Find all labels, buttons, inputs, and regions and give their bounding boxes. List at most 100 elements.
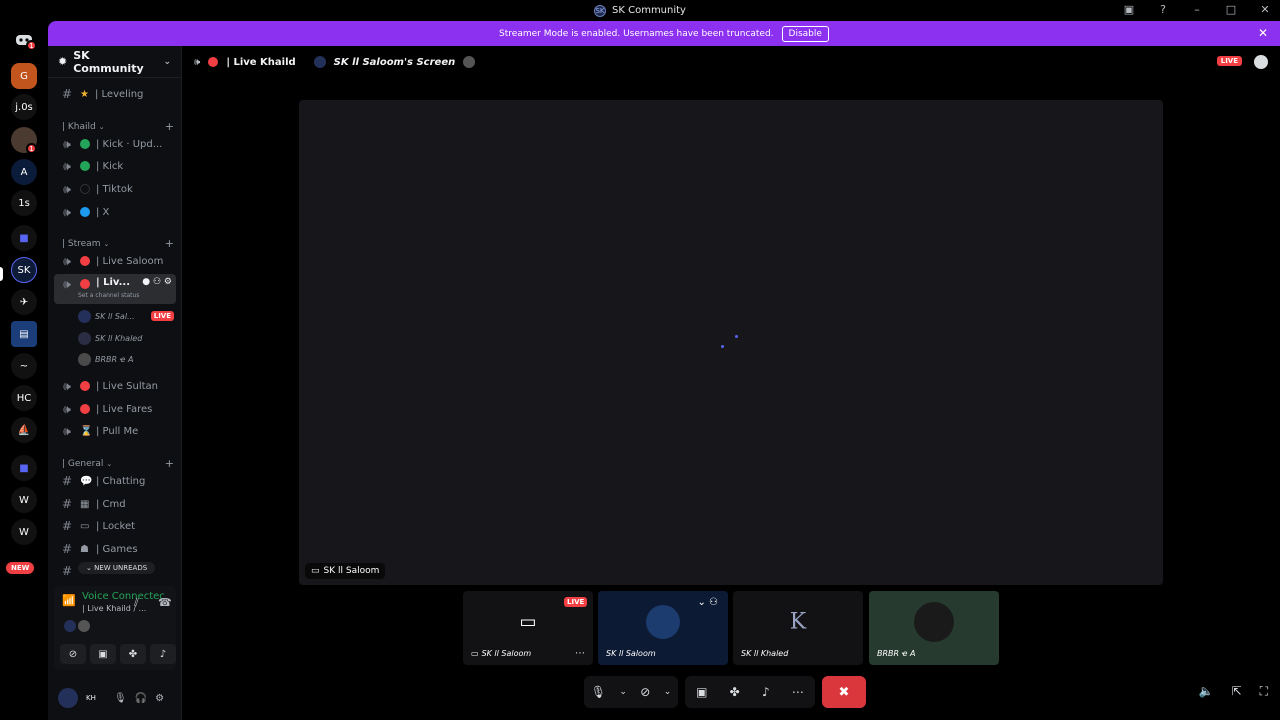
avatar xyxy=(78,620,90,632)
activities-icon[interactable]: ✤ xyxy=(730,685,740,699)
soundboard-icon[interactable]: ♪ xyxy=(762,685,770,699)
close-banner-icon[interactable]: ✕ xyxy=(1258,26,1268,40)
add-channel-icon[interactable]: + xyxy=(165,120,174,133)
participant-tile[interactable]: ▭ LIVE ▭ SK ll Saloom ⋯ xyxy=(463,591,593,665)
fullscreen-icon[interactable]: ⛶ xyxy=(1260,684,1268,699)
server-icon[interactable]: ⛵ xyxy=(11,417,37,443)
channel-chatting[interactable]: # 💬 | Chatting xyxy=(54,471,176,491)
voice-user[interactable]: SK ll Khaled xyxy=(78,329,174,347)
tile-name: SK ll Saloom xyxy=(606,649,656,658)
screen-share-button[interactable]: ▣ xyxy=(90,644,116,664)
server-logo-icon: SK xyxy=(594,4,607,17)
new-unreads-pill[interactable]: ⌄ NEW UNREADS xyxy=(78,562,156,574)
disconnect-icon[interactable]: ☎ xyxy=(158,596,172,609)
server-icon[interactable]: HC xyxy=(11,385,37,411)
screen-share-icon[interactable]: ▣ xyxy=(696,685,707,699)
popout-icon[interactable]: ⇱ xyxy=(1232,684,1242,699)
guild-header[interactable]: ✹ SK Community ⌄ xyxy=(48,46,181,78)
user-name[interactable]: KH xyxy=(86,694,106,702)
voice-status-title[interactable]: Voice Connectec xyxy=(82,591,165,602)
voice-user[interactable]: SK ll Sal... LIVE xyxy=(78,307,174,325)
help-icon[interactable]: ? xyxy=(1156,2,1170,16)
headphones-icon[interactable]: 🎧 xyxy=(135,693,147,704)
new-unreads-label: NEW UNREADS xyxy=(94,564,148,572)
chevron-down-icon[interactable]: ⌄ xyxy=(664,687,672,697)
close-window-icon[interactable]: ✕ xyxy=(1258,2,1272,16)
chevron-down-icon[interactable]: ⌄ ⚇ xyxy=(697,597,718,608)
live-badge: LIVE xyxy=(564,597,588,607)
speech-bubble-icon: 💬 xyxy=(80,475,93,487)
add-channel-icon[interactable]: + xyxy=(165,237,174,250)
voice-user[interactable]: BRBR ҽ A xyxy=(78,350,174,368)
category-general[interactable]: | General ⌄ + xyxy=(62,457,174,470)
channel-games[interactable]: # ☗ | Games xyxy=(54,539,176,559)
minimize-icon[interactable]: – xyxy=(1190,2,1204,16)
server-icon[interactable]: ✈ xyxy=(11,289,37,315)
channel-pull-me[interactable]: 🕪 ⌛ | Pull Me xyxy=(54,421,176,441)
server-icon[interactable]: 1s xyxy=(11,190,37,216)
stream-viewport[interactable]: ▭ SK ll Saloom xyxy=(299,100,1163,585)
folder-icon[interactable]: ■ xyxy=(11,225,37,251)
activities-button[interactable]: ✤ xyxy=(120,644,146,664)
channel-kick[interactable]: 🕪 | Kick xyxy=(54,156,176,176)
stage-area: 🕪 | Live Khaild SK ll Saloom's Screen LI… xyxy=(182,46,1280,720)
channel-label: | Kick · Upd... xyxy=(96,138,163,150)
server-icon[interactable]: W xyxy=(11,487,37,513)
channel-live-khaild-active[interactable]: 🕪 | Liv... ● ⚇ ⚙ Set a channel status xyxy=(54,274,176,304)
soundboard-button[interactable]: ♪ xyxy=(150,644,176,664)
more-icon[interactable]: ⋯ xyxy=(575,648,585,659)
gear-icon[interactable]: ⚙ xyxy=(155,693,164,704)
chat-icon[interactable] xyxy=(1254,55,1268,69)
maximize-icon[interactable]: □ xyxy=(1224,2,1238,16)
add-channel-icon[interactable]: + xyxy=(165,457,174,470)
server-icon[interactable]: G xyxy=(11,63,37,89)
channel-leveling[interactable]: # ★ | Leveling xyxy=(54,84,176,104)
more-icon[interactable]: ⋯ xyxy=(792,685,804,699)
cmd-icon: ▦ xyxy=(80,498,90,510)
server-icon[interactable]: A xyxy=(11,159,37,185)
channel-kick-updates[interactable]: 🕪 | Kick · Upd... xyxy=(54,134,176,154)
game-icon: ☗ xyxy=(80,543,89,555)
server-icon[interactable]: j.0s xyxy=(11,94,37,120)
new-badge[interactable]: NEW xyxy=(6,562,35,574)
category-khaild[interactable]: | Khaild ⌄ + xyxy=(62,120,174,133)
microphone-icon[interactable]: 🎙 xyxy=(591,685,606,699)
noise-suppression-icon[interactable]: ⫽ xyxy=(134,596,139,610)
stage-header: 🕪 | Live Khaild SK ll Saloom's Screen LI… xyxy=(182,46,1280,78)
channel-locket[interactable]: # ▭ | Locket xyxy=(54,516,176,536)
chevron-down-icon[interactable]: ⌄ xyxy=(619,687,627,697)
channel-x[interactable]: 🕪 | X xyxy=(54,202,176,222)
channel-live-sultan[interactable]: 🕪 | Live Sultan xyxy=(54,376,176,396)
channel-label: | Live Fares xyxy=(96,403,153,415)
leave-call-button[interactable]: ✖ xyxy=(822,676,866,708)
channel-live-fares[interactable]: 🕪 | Live Fares xyxy=(54,399,176,419)
participant-tile[interactable]: ⌄ ⚇ SK ll Saloom xyxy=(598,591,728,665)
disable-button[interactable]: Disable xyxy=(781,25,829,42)
camera-off-button[interactable]: ⊘ xyxy=(60,644,86,664)
camera-off-icon[interactable]: ⊘ xyxy=(640,685,650,699)
participant-tile[interactable]: K SK ll Khaled xyxy=(733,591,863,665)
channel-cmd[interactable]: # ▦ | Cmd xyxy=(54,494,176,514)
sk-server-icon[interactable]: SK xyxy=(11,257,37,283)
speaker-icon: 🕪 xyxy=(63,181,71,196)
inbox-icon[interactable]: ▣ xyxy=(1122,2,1136,16)
category-stream[interactable]: | Stream ⌄ + xyxy=(62,237,174,250)
channel-status[interactable]: Set a channel status xyxy=(78,292,139,299)
channel-actions[interactable]: ● ⚇ ⚙ xyxy=(142,277,172,287)
volume-icon[interactable]: 🔈 xyxy=(1199,684,1214,699)
signal-icon[interactable]: 📶 xyxy=(62,594,76,607)
channel-live-saloom[interactable]: 🕪 | Live Saloom xyxy=(54,251,176,271)
live-dot xyxy=(80,256,90,266)
participant-tile[interactable]: BRBR ҽ A xyxy=(869,591,999,665)
speaker-icon: 🕪 xyxy=(63,423,71,438)
channel-tiktok[interactable]: 🕪 | Tiktok xyxy=(54,179,176,199)
notification-badge: 1 xyxy=(26,40,37,51)
k-avatar-icon: K xyxy=(789,609,807,635)
server-icon[interactable]: ▤ xyxy=(11,321,37,347)
server-icon[interactable]: ~ xyxy=(11,353,37,379)
microphone-icon[interactable]: 🎙 xyxy=(114,693,127,704)
live-dot xyxy=(80,404,90,414)
folder-icon[interactable]: ■ xyxy=(11,455,37,481)
user-avatar[interactable] xyxy=(58,688,78,708)
server-icon[interactable]: W xyxy=(11,519,37,545)
